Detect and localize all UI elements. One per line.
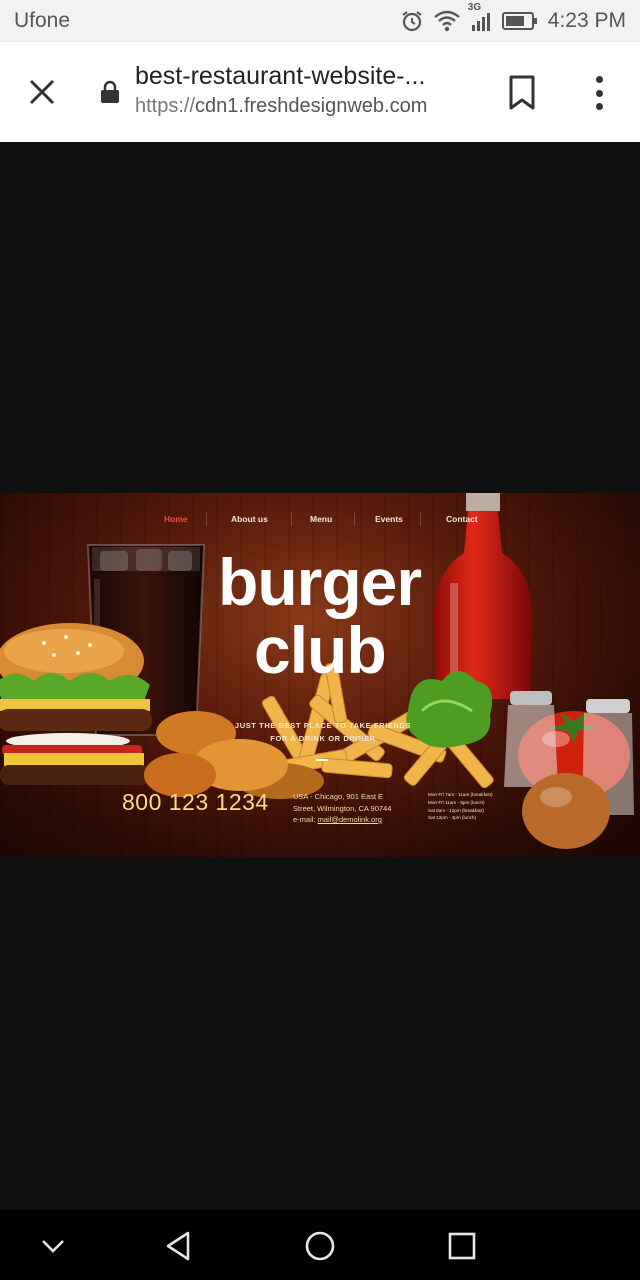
address-block: USA - Chicago, 901 East E Street, Wilmin… [293, 791, 391, 826]
email-label: e-mail: [293, 815, 318, 824]
opening-hours: Mon-Fri 7am - 11am (breakfast) Mon-Fri 1… [428, 791, 493, 822]
phone-number[interactable]: 800 123 1234 [122, 789, 269, 816]
url-protocol: https:// [135, 95, 196, 117]
nav-about-us[interactable]: About us [231, 514, 268, 524]
recents-button[interactable] [444, 1228, 480, 1264]
email-line: e-mail: mail@demolink.org [293, 814, 391, 826]
hero-image: Home About us Menu Events Contact burger… [0, 493, 640, 857]
home-button[interactable] [302, 1228, 338, 1264]
clock-time: 4:23 PM [547, 9, 626, 32]
back-button[interactable] [160, 1228, 196, 1264]
tagline-line1: JUST THE BEST PLACE TO TAKE FRIENDS [234, 721, 412, 730]
nav-home[interactable]: Home [164, 514, 188, 524]
wifi-icon [434, 10, 460, 32]
nav-contact[interactable]: Contact [446, 514, 478, 524]
tagline: JUST THE BEST PLACE TO TAKE FRIENDS FOR … [226, 719, 420, 745]
chevron-down-icon [42, 1240, 64, 1253]
browser-toolbar: best-restaurant-website-... https://cdn1… [0, 42, 640, 142]
back-icon [166, 1231, 190, 1261]
system-navigation-bar [0, 1210, 640, 1280]
nav-menu[interactable]: Menu [310, 514, 332, 524]
address-line2: Street, Wilmington, CA 90744 [293, 803, 392, 813]
hours-line: Mon-Fri 7am - 11am (breakfast) [428, 792, 493, 797]
hours-line: Mon-Fri 11am - 8pm (lunch) [428, 799, 485, 805]
email-link[interactable]: mail@demolink.org [318, 815, 382, 824]
nav-events[interactable]: Events [375, 514, 403, 524]
burger-icon [0, 623, 152, 785]
hours-line: Sat 12pm - 4pm (lunch) [428, 815, 476, 821]
url-bar[interactable]: best-restaurant-website-... https://cdn1… [135, 62, 475, 118]
bookmark-icon [509, 75, 535, 110]
brand-title-line2: club [254, 613, 387, 687]
onion-icon [522, 773, 610, 849]
lock-icon [100, 80, 120, 109]
home-icon [305, 1231, 335, 1261]
url-host: cdn1.freshdesignweb.com [195, 95, 428, 117]
bookmark-button[interactable] [508, 75, 536, 116]
hero-navigation: Home About us Menu Events Contact [0, 512, 640, 528]
signal-icon: 3G [468, 2, 492, 32]
network-type: 3G [467, 2, 482, 13]
close-button[interactable] [22, 72, 62, 112]
page-title: best-restaurant-website-... [135, 62, 426, 90]
battery-icon [501, 11, 538, 31]
address-line1: USA - Chicago, 901 East E [293, 792, 384, 801]
more-options-button[interactable] [588, 76, 610, 110]
recents-icon [448, 1232, 476, 1260]
tagline-line2: FOR A DRINK OR DINNER [270, 734, 376, 743]
status-icons: 3G 4:23 PM [400, 2, 626, 33]
more-vert-icon [595, 76, 603, 83]
tagline-divider [316, 759, 328, 761]
close-icon [29, 79, 55, 105]
brand-title-line1: burger [218, 545, 422, 619]
collapse-button[interactable] [35, 1228, 71, 1264]
hours-line: Sat 8am - 12pm (breakfast) [428, 807, 484, 813]
alarm-icon [400, 9, 424, 33]
carrier-name: Ufone [14, 9, 71, 32]
page-url: https://cdn1.freshdesignweb.com [135, 95, 475, 118]
status-bar: Ufone 3G 4:23 PM [0, 0, 640, 42]
